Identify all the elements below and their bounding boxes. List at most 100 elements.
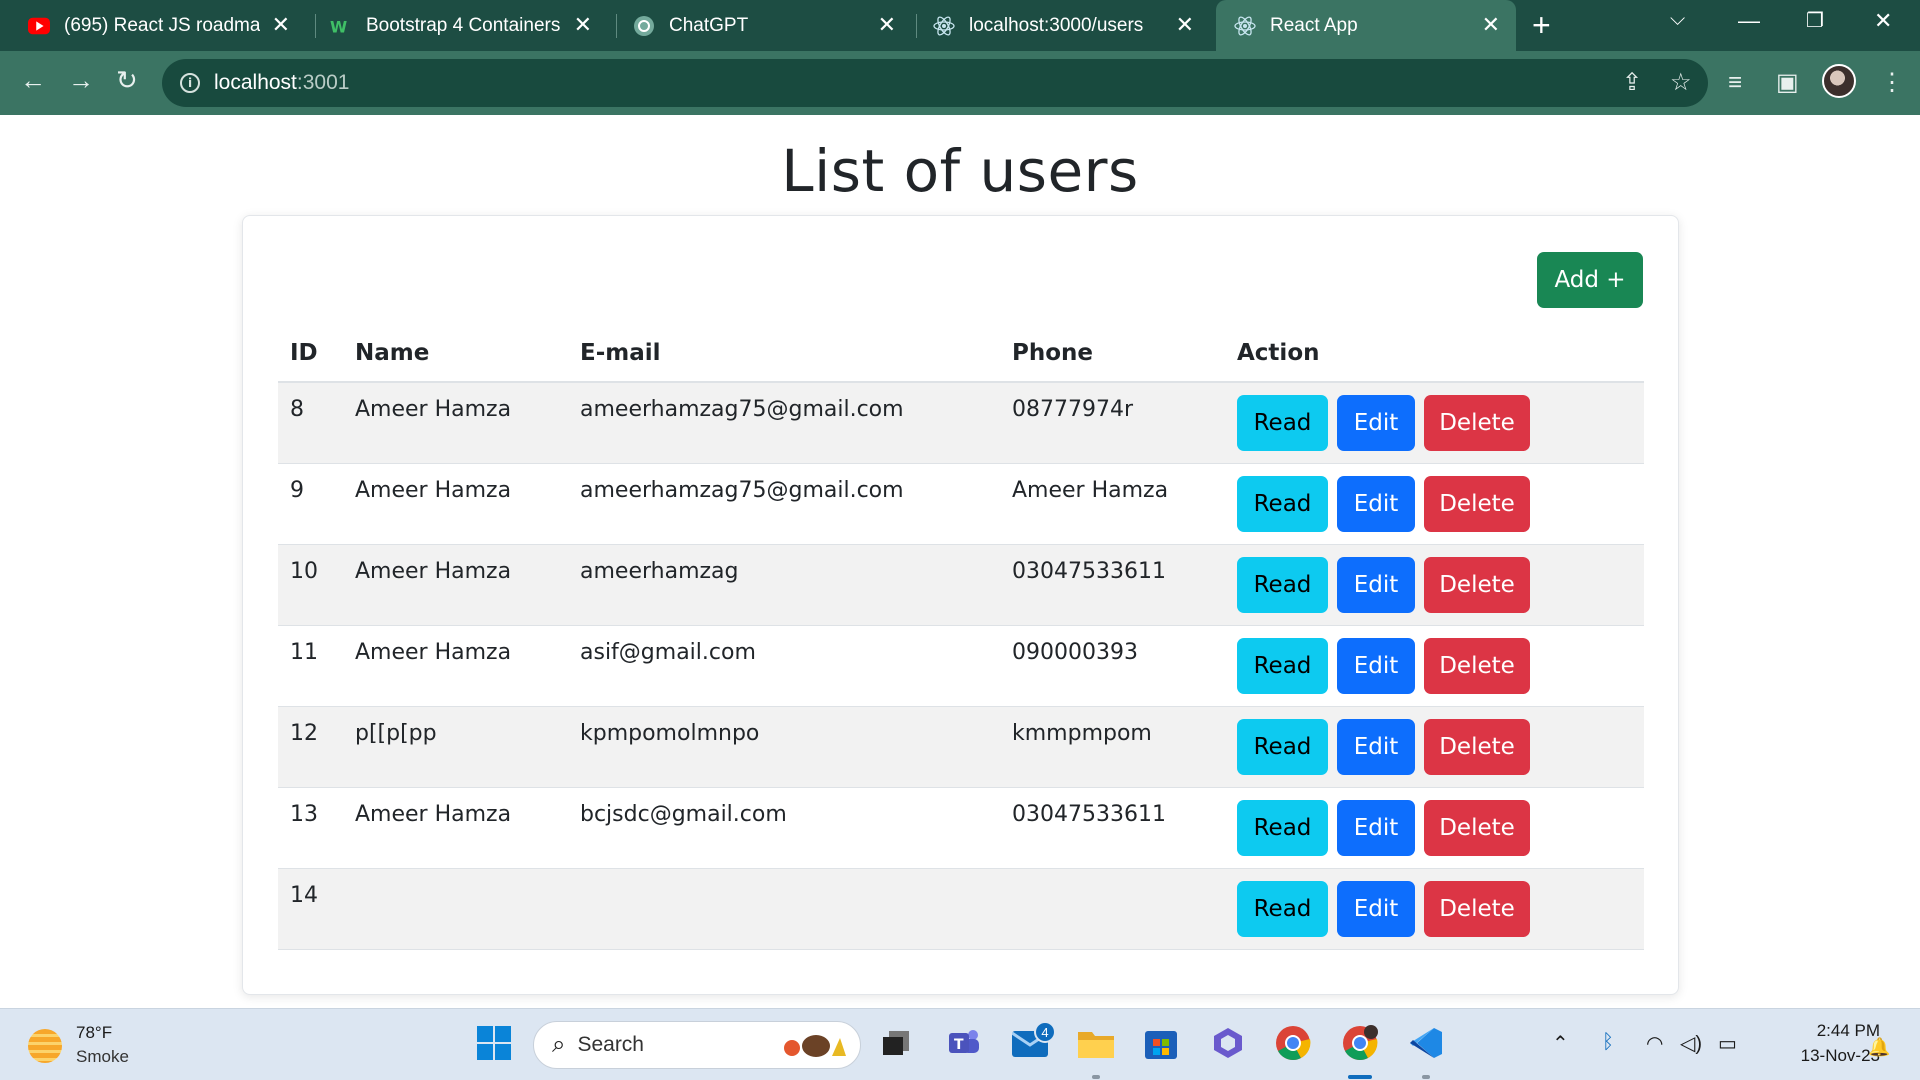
- read-button[interactable]: Read: [1237, 395, 1328, 451]
- close-icon[interactable]: ✕: [1176, 14, 1194, 36]
- microsoft-store-icon[interactable]: [1141, 1023, 1181, 1063]
- close-icon[interactable]: ✕: [272, 14, 290, 36]
- task-view-icon[interactable]: [876, 1023, 916, 1063]
- new-tab-icon[interactable]: +: [1532, 8, 1551, 42]
- cell-email: ameerhamzag75@gmail.com: [568, 382, 1000, 464]
- address-bar[interactable]: i localhost:3001: [162, 59, 1708, 107]
- taskbar-search[interactable]: ⌕ Search: [533, 1021, 861, 1069]
- cell-email: ameerhamzag75@gmail.com: [568, 463, 1000, 545]
- read-button[interactable]: Read: [1237, 475, 1328, 532]
- read-button[interactable]: Read: [1237, 718, 1328, 775]
- cell-phone: 03047533611: [1000, 787, 1225, 869]
- file-explorer-icon[interactable]: [1076, 1023, 1116, 1063]
- wifi-icon[interactable]: ◠: [1646, 1031, 1663, 1056]
- clock-date[interactable]: 13-Nov-23: [1760, 1046, 1880, 1066]
- chrome-profile-icon[interactable]: [1340, 1023, 1380, 1063]
- w3schools-icon: W: [330, 15, 352, 37]
- browser-tab-strip: (695) React JS roadmap | ✕ W Bootstrap 4…: [0, 0, 1920, 51]
- window-close-icon[interactable]: ✕: [1874, 8, 1892, 34]
- avatar[interactable]: [1822, 64, 1856, 98]
- copilot-icon[interactable]: [1208, 1023, 1248, 1063]
- add-user-button[interactable]: Add +: [1537, 252, 1643, 308]
- users-table: ID Name E-mail Phone Action 8 Ameer Hamza…: [278, 324, 1644, 950]
- cell-actions: Read Edit Delete: [1225, 787, 1644, 869]
- column-header-action: Action: [1225, 324, 1644, 383]
- close-icon[interactable]: ✕: [1482, 14, 1500, 36]
- weather-temperature: 78°F: [76, 1023, 113, 1042]
- cell-actions: Read Edit Delete: [1225, 382, 1644, 464]
- svg-text:W: W: [330, 18, 347, 35]
- tab-youtube[interactable]: (695) React JS roadmap | ✕: [14, 0, 306, 51]
- tab-label: Bootstrap 4 Containers: [366, 14, 561, 36]
- table-row: 12 p[[p[pp kpmpomolmnpo kmmpmpom Read Edit Del…: [278, 706, 1644, 788]
- kebab-menu-icon[interactable]: ⋮: [1880, 69, 1904, 97]
- delete-button[interactable]: Delete: [1424, 718, 1530, 775]
- bookmark-star-icon[interactable]: ☆: [1670, 69, 1692, 97]
- table-row: 13 Ameer Hamza bcjsdc@gmail.com 03047533611…: [278, 787, 1644, 869]
- table-row: 8 Ameer Hamza ameerhamzag75@gmail.com 08777…: [278, 382, 1644, 464]
- close-icon[interactable]: ✕: [574, 14, 592, 36]
- active-app-indicator: [1348, 1075, 1372, 1079]
- delete-button[interactable]: Delete: [1424, 475, 1530, 532]
- restore-icon[interactable]: ❐: [1806, 8, 1824, 33]
- tab-localhost-users[interactable]: localhost:3000/users ✕: [917, 0, 1210, 51]
- delete-button[interactable]: Delete: [1424, 556, 1530, 613]
- running-app-indicator: [1092, 1075, 1100, 1079]
- volume-icon[interactable]: ◁): [1680, 1031, 1702, 1056]
- table-header-row: ID Name E-mail Phone Action: [278, 324, 1644, 383]
- delete-button[interactable]: Delete: [1424, 637, 1530, 694]
- tab-react-app[interactable]: React App ✕: [1216, 0, 1516, 51]
- edit-button[interactable]: Edit: [1337, 637, 1415, 694]
- react-icon: [933, 15, 955, 37]
- windows-start-icon[interactable]: [474, 1023, 514, 1063]
- delete-button[interactable]: Delete: [1424, 395, 1530, 451]
- media-queue-icon[interactable]: ≡: [1728, 69, 1742, 97]
- close-icon[interactable]: ✕: [878, 14, 896, 36]
- cell-phone: 03047533611: [1000, 544, 1225, 626]
- tab-label: ChatGPT: [669, 14, 749, 36]
- search-icon: ⌕: [552, 1031, 566, 1058]
- tab-bootstrap[interactable]: W Bootstrap 4 Containers ✕: [316, 0, 608, 51]
- read-button[interactable]: Read: [1237, 556, 1328, 613]
- cell-name: [343, 868, 568, 950]
- chrome-icon[interactable]: [1273, 1023, 1313, 1063]
- edit-button[interactable]: Edit: [1337, 475, 1415, 532]
- tab-search-chevron-icon[interactable]: ⌵: [1670, 8, 1685, 31]
- youtube-icon: [28, 15, 50, 37]
- cell-id: 10: [278, 544, 343, 626]
- clock-time[interactable]: 2:44 PM: [1776, 1021, 1880, 1041]
- back-arrow-icon[interactable]: ←: [20, 65, 46, 95]
- delete-button[interactable]: Delete: [1424, 880, 1530, 937]
- read-button[interactable]: Read: [1237, 637, 1328, 694]
- edit-button[interactable]: Edit: [1337, 395, 1415, 451]
- edit-button[interactable]: Edit: [1337, 880, 1415, 937]
- cell-phone: 08777974r: [1000, 382, 1225, 464]
- notification-bell-icon[interactable]: 🔔: [1868, 1037, 1890, 1058]
- side-panel-icon[interactable]: ▣: [1776, 69, 1799, 97]
- edit-button[interactable]: Edit: [1337, 799, 1415, 856]
- forward-arrow-icon[interactable]: →: [68, 65, 94, 95]
- delete-button[interactable]: Delete: [1424, 799, 1530, 856]
- teams-icon[interactable]: T: [944, 1023, 984, 1063]
- page-content: List of users Add + ID Name E-mail Phone…: [0, 115, 1920, 1008]
- vscode-icon[interactable]: [1406, 1023, 1446, 1063]
- edit-button[interactable]: Edit: [1337, 718, 1415, 775]
- bluetooth-icon[interactable]: ᛒ: [1602, 1031, 1614, 1054]
- share-icon[interactable]: ⇪: [1622, 69, 1642, 97]
- read-button[interactable]: Read: [1237, 799, 1328, 856]
- read-button[interactable]: Read: [1237, 880, 1328, 937]
- table-row: 9 Ameer Hamza ameerhamzag75@gmail.com Ameer…: [278, 463, 1644, 545]
- cell-actions: Read Edit Delete: [1225, 868, 1644, 950]
- page-title: List of users: [781, 137, 1139, 205]
- reload-icon[interactable]: ↻: [116, 65, 138, 95]
- cell-name: p[[p[pp: [343, 706, 568, 788]
- cell-email: asif@gmail.com: [568, 625, 1000, 707]
- minimize-icon[interactable]: —: [1738, 8, 1760, 34]
- battery-icon[interactable]: ▭: [1718, 1031, 1737, 1056]
- tray-overflow-chevron-icon[interactable]: ⌃: [1552, 1031, 1569, 1056]
- edit-button[interactable]: Edit: [1337, 556, 1415, 613]
- site-info-icon[interactable]: i: [180, 73, 200, 93]
- cell-id: 9: [278, 463, 343, 545]
- tab-chatgpt[interactable]: ChatGPT ✕: [617, 0, 912, 51]
- table-body: 8 Ameer Hamza ameerhamzag75@gmail.com 08777…: [278, 382, 1644, 950]
